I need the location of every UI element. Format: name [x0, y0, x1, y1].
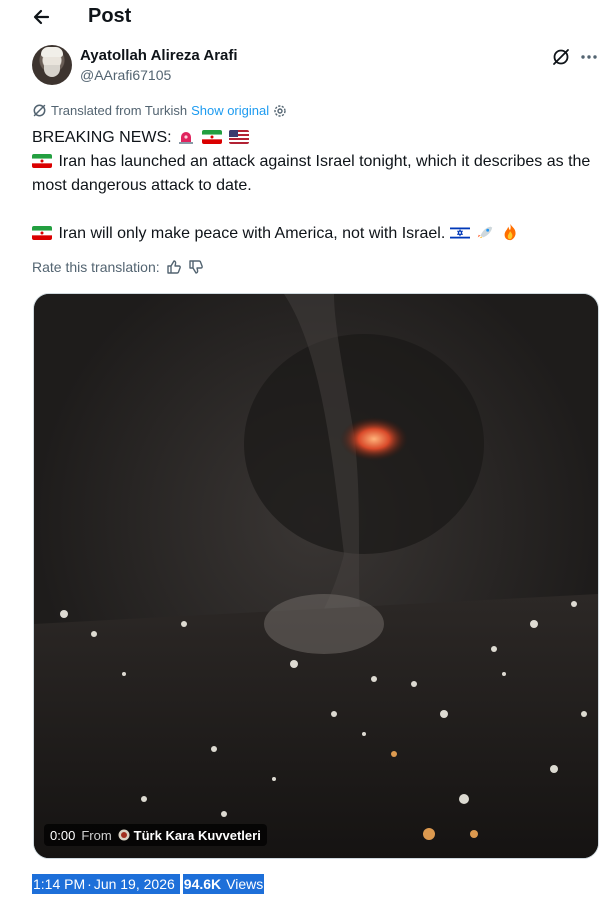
thumbs-up-icon[interactable] — [166, 259, 182, 275]
tweet-line-3: Iran will only make peace with America, … — [32, 222, 602, 246]
post-date[interactable]: Jun 19, 2026 — [92, 874, 176, 894]
post-meta: 1:14 PM · Jun 19, 2026 94.6K Views — [32, 874, 265, 894]
avatar-beard — [44, 65, 60, 77]
meta-gap — [175, 874, 180, 894]
fire-icon — [504, 223, 516, 241]
iran-flag-icon — [32, 154, 52, 168]
show-original-link[interactable]: Show original — [191, 103, 269, 118]
iran-flag-icon — [32, 226, 52, 240]
siren-icon — [176, 130, 197, 144]
tweet-line-2-text: Iran has launched an attack against Isra… — [32, 153, 591, 194]
tweet-line-2: Iran has launched an attack against Isra… — [32, 150, 602, 198]
rate-translation-label: Rate this translation: — [32, 259, 160, 275]
arrow-left-icon[interactable] — [28, 4, 56, 30]
source-avatar-icon — [118, 829, 130, 841]
video-player[interactable] — [33, 293, 599, 859]
video-source[interactable]: Türk Kara Kuvvetleri — [118, 828, 261, 843]
post-time[interactable]: 1:14 PM — [32, 874, 87, 894]
video-time: 0:00 — [50, 827, 76, 843]
more-icon[interactable] — [578, 47, 600, 67]
tweet-line-3-text: Iran will only make peace with America, … — [58, 225, 446, 242]
translate-icon — [33, 104, 46, 117]
rocket-icon — [477, 226, 493, 239]
tweet-line-1: BREAKING NEWS: — [32, 126, 602, 150]
author-handle[interactable]: @AArafi67105 — [80, 67, 171, 83]
avatar-turban — [41, 47, 63, 57]
tweet-text: BREAKING NEWS: Iran has launched an atta… — [32, 126, 602, 246]
views-count[interactable]: 94.6K — [182, 874, 223, 894]
video-from-label: From — [81, 827, 112, 843]
iran-flag-icon — [202, 130, 223, 144]
translation-notice: Translated from Turkish Show original — [32, 103, 287, 118]
meta-separator: · — [86, 874, 93, 894]
rate-translation: Rate this translation: — [32, 259, 204, 275]
page-title: Post — [88, 5, 132, 27]
thumbs-down-icon[interactable] — [188, 259, 204, 275]
israel-flag-icon — [449, 226, 470, 240]
settings-icon[interactable] — [273, 104, 287, 118]
translation-label: Translated from Turkish — [51, 103, 188, 118]
avatar[interactable] — [32, 45, 72, 85]
tweet-blank-line — [32, 198, 602, 222]
video-overlay: 0:00 From Türk Kara Kuvvetleri — [44, 824, 267, 846]
video-source-name: Türk Kara Kuvvetleri — [133, 827, 261, 843]
grok-icon[interactable] — [550, 47, 572, 67]
breaking-news-text: BREAKING NEWS: — [32, 129, 172, 146]
author-name[interactable]: Ayatollah Alireza Arafi — [80, 47, 238, 64]
usa-flag-icon — [228, 130, 249, 144]
video-frame — [34, 294, 598, 858]
views-label: Views — [222, 874, 265, 894]
top-bar: Post — [0, 0, 607, 36]
